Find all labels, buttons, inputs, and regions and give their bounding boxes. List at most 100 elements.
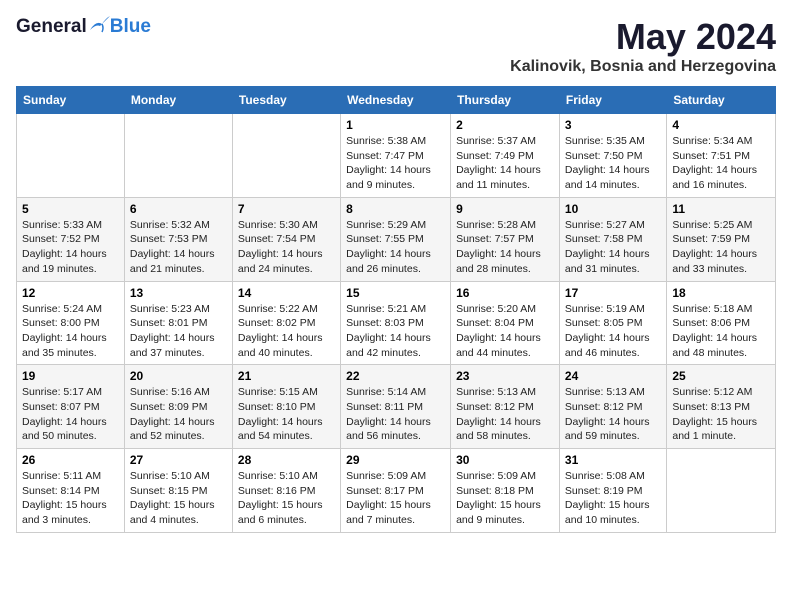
calendar-day-cell: 8 Sunrise: 5:29 AM Sunset: 7:55 PM Daylig… — [341, 197, 451, 281]
calendar-day-cell: 24 Sunrise: 5:13 AM Sunset: 8:12 PM Dayli… — [559, 365, 666, 449]
day-number: 9 — [456, 202, 554, 216]
calendar-day-cell: 6 Sunrise: 5:32 AM Sunset: 7:53 PM Daylig… — [124, 197, 232, 281]
day-number: 13 — [130, 286, 227, 300]
calendar-week-row: 19Sunrise: 5:17 AM Sunset: 8:07 PM Dayli… — [17, 365, 776, 449]
day-info: Sunrise: 5:16 AM Sunset: 8:09 PM Dayligh… — [130, 385, 227, 444]
day-number: 24 — [565, 369, 661, 383]
day-info: Sunrise: 5:21 AM Sunset: 8:03 PM Dayligh… — [346, 302, 445, 361]
day-number: 27 — [130, 453, 227, 467]
calendar-day-cell: 7 Sunrise: 5:30 AM Sunset: 7:54 PM Daylig… — [232, 197, 340, 281]
day-info: Sunrise: 5:17 AM Sunset: 8:07 PM Dayligh… — [22, 385, 119, 444]
logo: General Blue — [16, 16, 151, 38]
day-number: 26 — [22, 453, 119, 467]
day-number: 12 — [22, 286, 119, 300]
day-number: 31 — [565, 453, 661, 467]
day-number: 17 — [565, 286, 661, 300]
day-info: Sunrise: 5:11 AM Sunset: 8:14 PM Dayligh… — [22, 469, 119, 528]
day-number: 21 — [238, 369, 335, 383]
location-title: Kalinovik, Bosnia and Herzegovina — [510, 58, 776, 76]
calendar-day-cell: 18 Sunrise: 5:18 AM Sunset: 8:06 PM Dayli… — [667, 281, 776, 365]
day-number: 22 — [346, 369, 445, 383]
day-info: Sunrise: 5:13 AM Sunset: 8:12 PM Dayligh… — [565, 385, 661, 444]
day-info: Sunrise: 5:28 AM Sunset: 7:57 PM Dayligh… — [456, 218, 554, 277]
calendar-day-cell: 1 Sunrise: 5:38 AM Sunset: 7:47 PM Daylig… — [341, 114, 451, 198]
weekday-header-cell: Wednesday — [341, 87, 451, 114]
day-info: Sunrise: 5:13 AM Sunset: 8:12 PM Dayligh… — [456, 385, 554, 444]
day-number: 15 — [346, 286, 445, 300]
calendar-day-cell: 31 Sunrise: 5:08 AM Sunset: 8:19 PM Dayli… — [559, 449, 666, 533]
calendar-day-cell: 21 Sunrise: 5:15 AM Sunset: 8:10 PM Dayli… — [232, 365, 340, 449]
month-title: May 2024 — [510, 16, 776, 58]
calendar-day-cell: 5 Sunrise: 5:33 AM Sunset: 7:52 PM Daylig… — [17, 197, 125, 281]
day-number: 28 — [238, 453, 335, 467]
day-number: 30 — [456, 453, 554, 467]
calendar-week-row: 1 Sunrise: 5:38 AM Sunset: 7:47 PM Daylig… — [17, 114, 776, 198]
calendar-day-cell: 29Sunrise: 5:09 AM Sunset: 8:17 PM Dayli… — [341, 449, 451, 533]
calendar-day-cell: 22Sunrise: 5:14 AM Sunset: 8:11 PM Dayli… — [341, 365, 451, 449]
calendar-day-cell: 12 Sunrise: 5:24 AM Sunset: 8:00 PM Dayli… — [17, 281, 125, 365]
logo-bird-icon — [88, 16, 110, 34]
calendar-week-row: 26 Sunrise: 5:11 AM Sunset: 8:14 PM Dayli… — [17, 449, 776, 533]
day-number: 8 — [346, 202, 445, 216]
calendar-day-cell: 17 Sunrise: 5:19 AM Sunset: 8:05 PM Dayli… — [559, 281, 666, 365]
day-info: Sunrise: 5:08 AM Sunset: 8:19 PM Dayligh… — [565, 469, 661, 528]
day-number: 2 — [456, 118, 554, 132]
day-number: 6 — [130, 202, 227, 216]
day-info: Sunrise: 5:30 AM Sunset: 7:54 PM Dayligh… — [238, 218, 335, 277]
day-info: Sunrise: 5:20 AM Sunset: 8:04 PM Dayligh… — [456, 302, 554, 361]
day-info: Sunrise: 5:15 AM Sunset: 8:10 PM Dayligh… — [238, 385, 335, 444]
calendar-day-cell: 11 Sunrise: 5:25 AM Sunset: 7:59 PM Dayli… — [667, 197, 776, 281]
day-number: 18 — [672, 286, 770, 300]
calendar-day-cell: 2 Sunrise: 5:37 AM Sunset: 7:49 PM Daylig… — [451, 114, 560, 198]
day-number: 7 — [238, 202, 335, 216]
day-number: 25 — [672, 369, 770, 383]
calendar-day-cell: 4 Sunrise: 5:34 AM Sunset: 7:51 PM Daylig… — [667, 114, 776, 198]
day-number: 14 — [238, 286, 335, 300]
day-number: 1 — [346, 118, 445, 132]
calendar-day-cell: 28 Sunrise: 5:10 AM Sunset: 8:16 PM Dayli… — [232, 449, 340, 533]
calendar-body: 1 Sunrise: 5:38 AM Sunset: 7:47 PM Daylig… — [17, 114, 776, 533]
weekday-header-cell: Monday — [124, 87, 232, 114]
weekday-header-cell: Tuesday — [232, 87, 340, 114]
day-info: Sunrise: 5:34 AM Sunset: 7:51 PM Dayligh… — [672, 134, 770, 193]
day-number: 11 — [672, 202, 770, 216]
day-info: Sunrise: 5:29 AM Sunset: 7:55 PM Dayligh… — [346, 218, 445, 277]
weekday-header-cell: Friday — [559, 87, 666, 114]
logo-general: General — [16, 16, 87, 38]
day-info: Sunrise: 5:10 AM Sunset: 8:16 PM Dayligh… — [238, 469, 335, 528]
day-info: Sunrise: 5:32 AM Sunset: 7:53 PM Dayligh… — [130, 218, 227, 277]
day-info: Sunrise: 5:33 AM Sunset: 7:52 PM Dayligh… — [22, 218, 119, 277]
calendar-day-cell: 15 Sunrise: 5:21 AM Sunset: 8:03 PM Dayli… — [341, 281, 451, 365]
day-info: Sunrise: 5:35 AM Sunset: 7:50 PM Dayligh… — [565, 134, 661, 193]
day-number: 20 — [130, 369, 227, 383]
day-info: Sunrise: 5:10 AM Sunset: 8:15 PM Dayligh… — [130, 469, 227, 528]
calendar-day-cell: 20 Sunrise: 5:16 AM Sunset: 8:09 PM Dayli… — [124, 365, 232, 449]
calendar-day-cell: 3Sunrise: 5:35 AM Sunset: 7:50 PM Daylig… — [559, 114, 666, 198]
day-info: Sunrise: 5:19 AM Sunset: 8:05 PM Dayligh… — [565, 302, 661, 361]
day-info: Sunrise: 5:18 AM Sunset: 8:06 PM Dayligh… — [672, 302, 770, 361]
day-info: Sunrise: 5:37 AM Sunset: 7:49 PM Dayligh… — [456, 134, 554, 193]
calendar-day-cell: 27 Sunrise: 5:10 AM Sunset: 8:15 PM Dayli… — [124, 449, 232, 533]
calendar-day-cell: 26 Sunrise: 5:11 AM Sunset: 8:14 PM Dayli… — [17, 449, 125, 533]
day-info: Sunrise: 5:25 AM Sunset: 7:59 PM Dayligh… — [672, 218, 770, 277]
day-number: 29 — [346, 453, 445, 467]
day-info: Sunrise: 5:23 AM Sunset: 8:01 PM Dayligh… — [130, 302, 227, 361]
calendar-day-cell: 25Sunrise: 5:12 AM Sunset: 8:13 PM Dayli… — [667, 365, 776, 449]
day-info: Sunrise: 5:27 AM Sunset: 7:58 PM Dayligh… — [565, 218, 661, 277]
day-info: Sunrise: 5:24 AM Sunset: 8:00 PM Dayligh… — [22, 302, 119, 361]
calendar-day-cell: 23 Sunrise: 5:13 AM Sunset: 8:12 PM Dayli… — [451, 365, 560, 449]
calendar-day-cell — [17, 114, 125, 198]
weekday-header-cell: Saturday — [667, 87, 776, 114]
day-number: 5 — [22, 202, 119, 216]
calendar-week-row: 5 Sunrise: 5:33 AM Sunset: 7:52 PM Daylig… — [17, 197, 776, 281]
day-number: 4 — [672, 118, 770, 132]
day-number: 23 — [456, 369, 554, 383]
calendar-day-cell: 9 Sunrise: 5:28 AM Sunset: 7:57 PM Daylig… — [451, 197, 560, 281]
calendar-day-cell: 30Sunrise: 5:09 AM Sunset: 8:18 PM Dayli… — [451, 449, 560, 533]
calendar-day-cell — [232, 114, 340, 198]
day-info: Sunrise: 5:38 AM Sunset: 7:47 PM Dayligh… — [346, 134, 445, 193]
calendar-day-cell — [124, 114, 232, 198]
calendar-table: SundayMondayTuesdayWednesdayThursdayFrid… — [16, 86, 776, 533]
calendar-day-cell — [667, 449, 776, 533]
weekday-header-cell: Thursday — [451, 87, 560, 114]
